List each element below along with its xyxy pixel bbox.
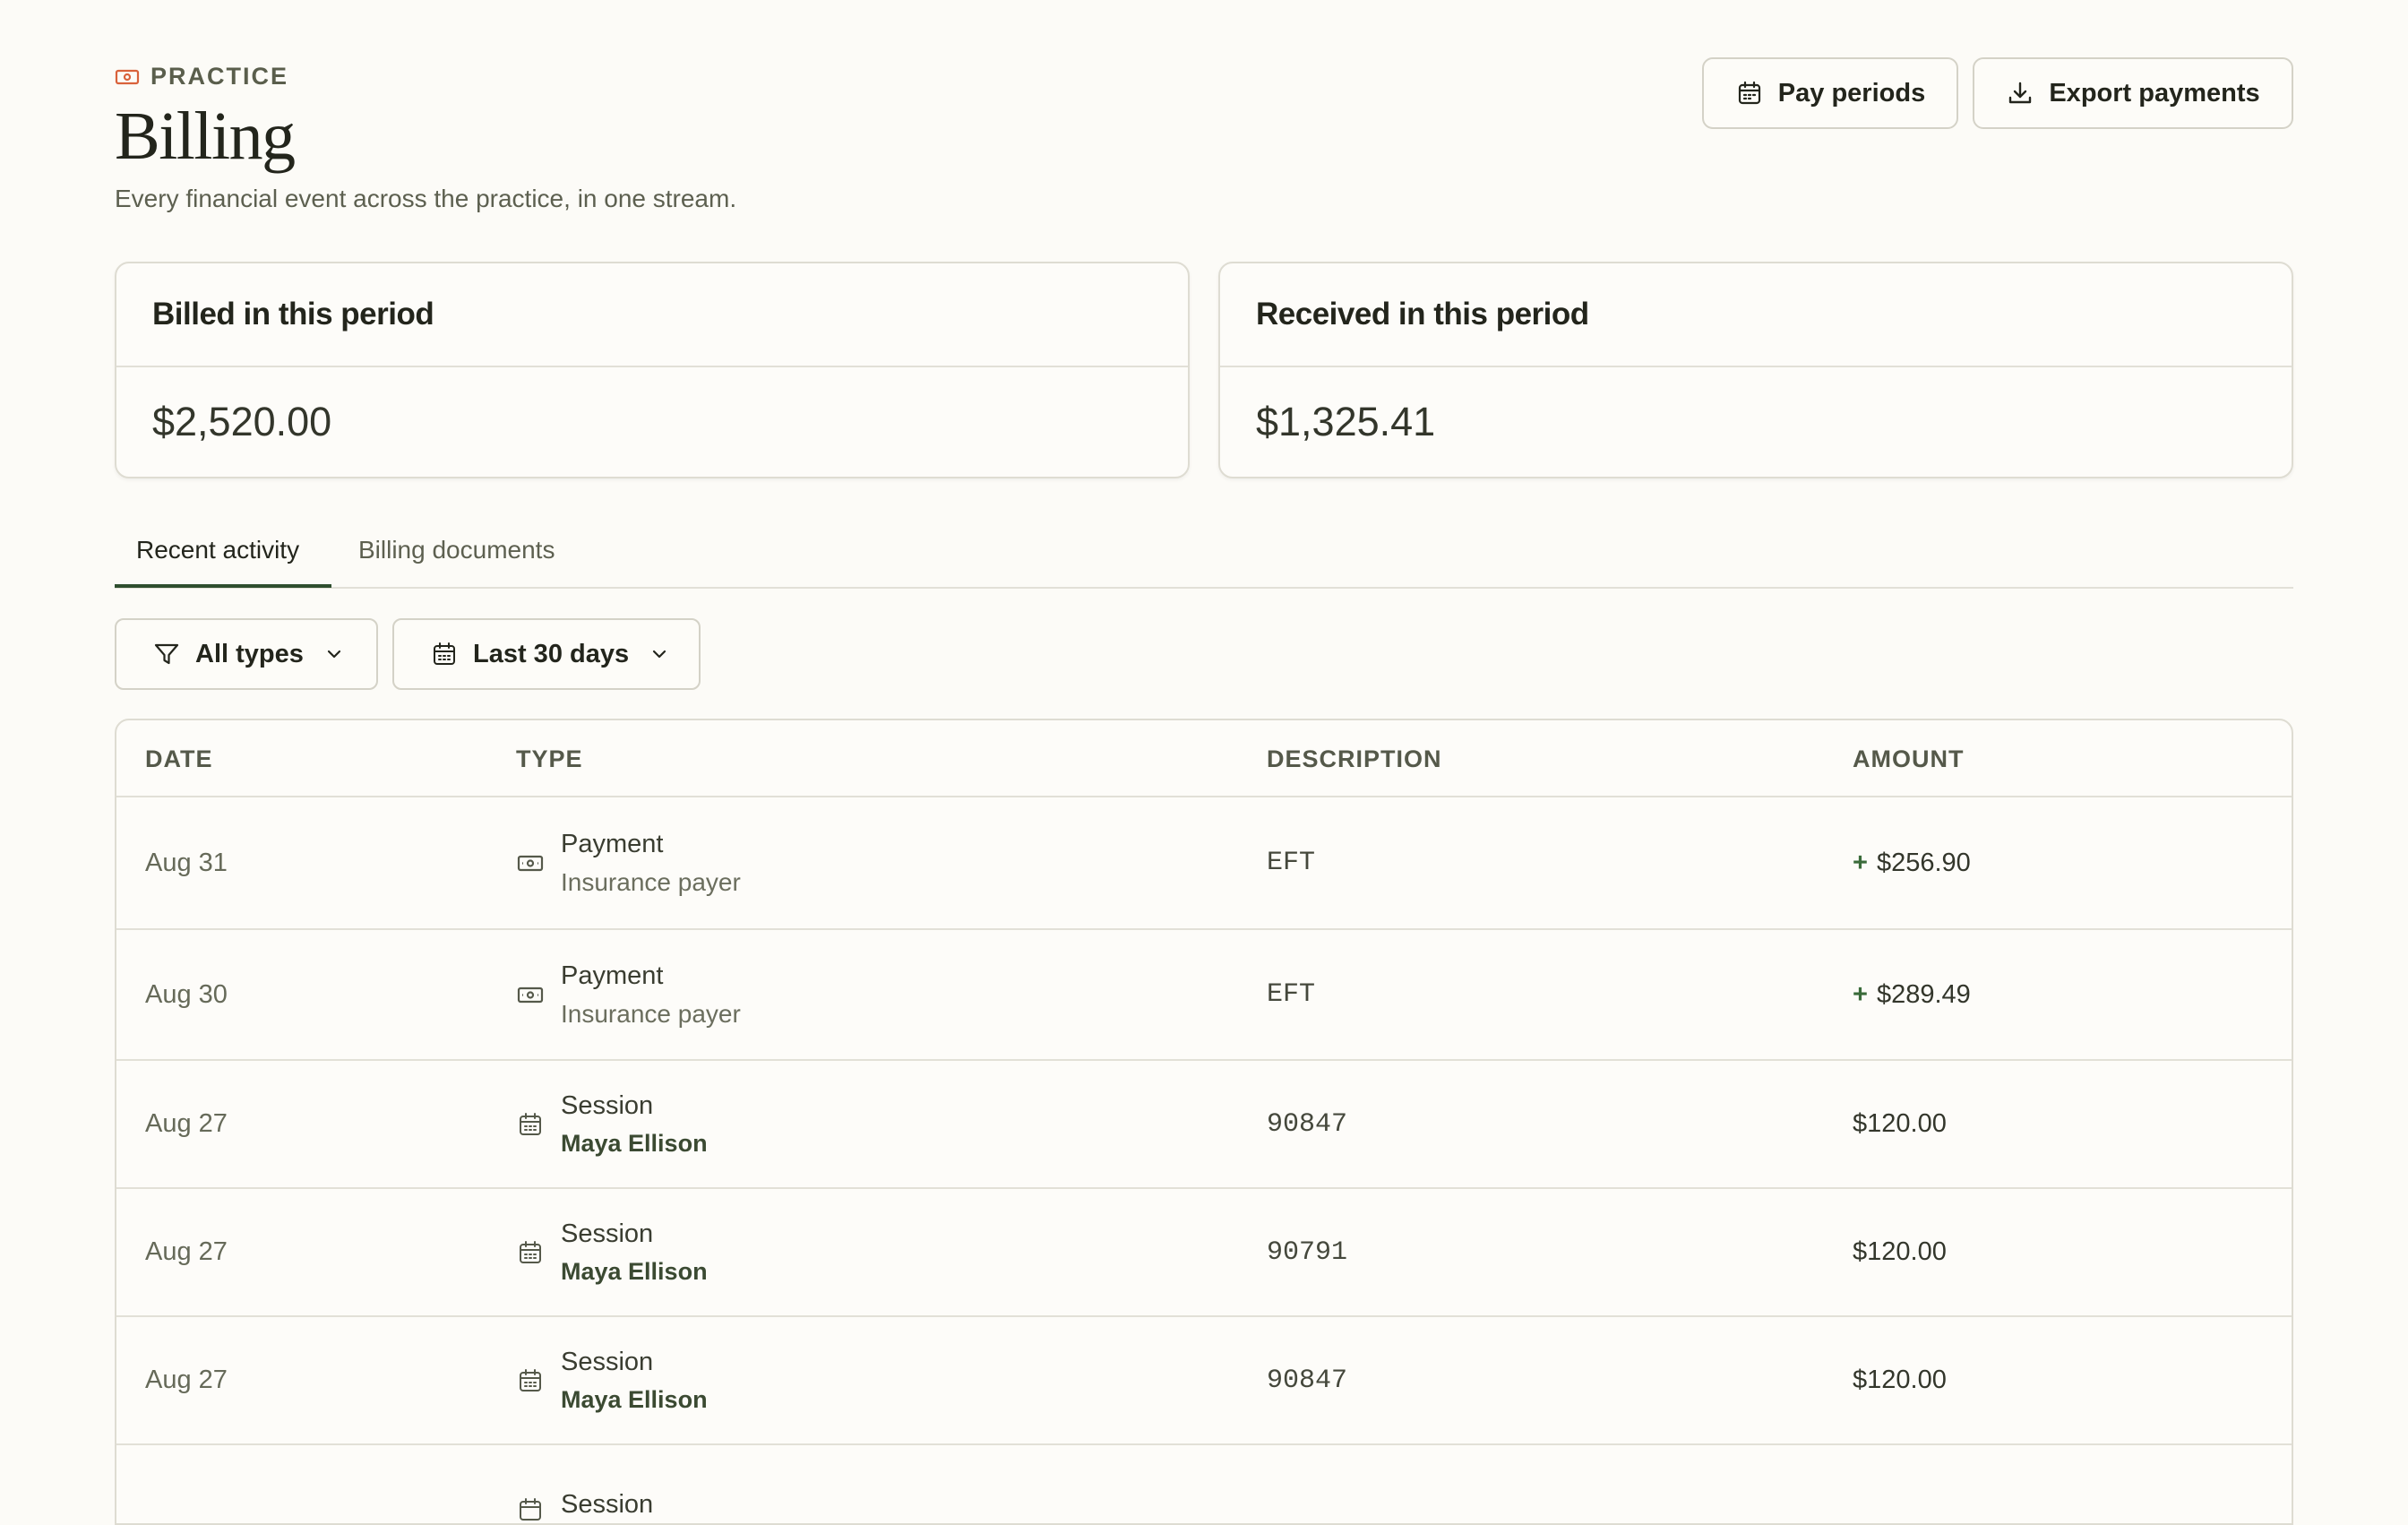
column-header-amount: AMOUNT: [1853, 745, 1965, 772]
page-title: Billing: [115, 99, 296, 174]
activity-table: DATE TYPE DESCRIPTION AMOUNT Aug 31 Paym…: [115, 719, 2293, 1525]
row-amount: $120.00: [1853, 1189, 1947, 1315]
row-type-label: Payment: [561, 961, 664, 990]
pay-periods-button[interactable]: Pay periods: [1702, 57, 1958, 129]
tab-recent-activity[interactable]: Recent activity: [136, 536, 299, 564]
eyebrow-label: PRACTICE: [150, 63, 289, 90]
calendar-icon: [520, 1368, 541, 1391]
calendar-icon: [520, 1240, 541, 1263]
table-row[interactable]: Aug 27 Session Maya Ellison 90791 $120.0…: [116, 1189, 2292, 1317]
calendar-icon: [520, 1497, 541, 1521]
chevron-down-icon: [653, 650, 666, 659]
table-row[interactable]: Aug 30 Payment Insurance payer EFT + $28…: [116, 930, 2292, 1061]
row-amount-value: $120.00: [1853, 1366, 1947, 1394]
row-date: Aug 27: [145, 1237, 228, 1266]
section-eyebrow: PRACTICE: [115, 63, 288, 90]
received-stat-card: Received in this period $1,325.41: [1218, 262, 2293, 478]
row-type: Session Maya Ellison: [516, 1061, 708, 1187]
column-header-type: TYPE: [516, 745, 583, 772]
date-range-dropdown[interactable]: Last 30 days: [392, 618, 701, 690]
row-type: Session: [516, 1445, 654, 1523]
row-amount: $120.00: [1853, 1061, 1947, 1187]
row-payer: Insurance payer: [561, 867, 741, 896]
row-type-label: Session: [561, 1490, 654, 1519]
row-description: 90847: [1267, 1365, 1348, 1396]
row-type: Session Maya Ellison: [516, 1189, 708, 1315]
row-payer: Insurance payer: [561, 999, 741, 1028]
billed-stat-value: $2,520.00: [152, 399, 332, 444]
active-tab-indicator: [115, 584, 331, 588]
tab-billing-documents[interactable]: Billing documents: [358, 536, 555, 564]
row-description: 90847: [1267, 1108, 1348, 1140]
row-type: Payment Insurance payer: [516, 930, 741, 1059]
banknote-icon: [517, 855, 544, 872]
row-amount: $120.00: [1853, 1317, 1947, 1443]
positive-sign: +: [1853, 848, 1868, 877]
banknote-icon: [115, 69, 140, 84]
row-amount-value: $120.00: [1853, 1109, 1947, 1138]
row-date: Aug 30: [145, 979, 228, 1009]
page-subtitle: Every financial event across the practic…: [115, 185, 737, 212]
row-amount-value: $256.90: [1876, 848, 1971, 877]
row-amount: + $289.49: [1853, 930, 1971, 1059]
row-client-link[interactable]: Maya Ellison: [561, 1386, 708, 1414]
table-row[interactable]: Aug 27 Session Maya Ellison 90847 $120.0…: [116, 1061, 2292, 1189]
row-date: Aug 27: [145, 1366, 228, 1394]
date-range-label: Last 30 days: [473, 639, 630, 668]
billed-stat-card: Billed in this period $2,520.00: [115, 262, 1190, 478]
type-filter-dropdown[interactable]: All types: [115, 618, 378, 690]
row-amount-value: $289.49: [1876, 979, 1971, 1009]
export-payments-button[interactable]: Export payments: [1973, 57, 2293, 129]
download-icon: [2009, 82, 2032, 104]
tabs-divider: [115, 587, 2293, 589]
received-stat-label: Received in this period: [1220, 263, 2292, 367]
table-row[interactable]: Aug 27 Session Maya Ellison 90847 $120.0…: [116, 1317, 2292, 1445]
calendar-icon: [1738, 81, 1760, 105]
chevron-down-icon: [327, 650, 340, 659]
export-payments-label: Export payments: [2049, 78, 2260, 108]
row-amount-value: $120.00: [1853, 1237, 1947, 1266]
row-type: Payment Insurance payer: [516, 797, 741, 928]
row-description: EFT: [1267, 979, 1316, 1010]
row-description: 90791: [1267, 1236, 1348, 1268]
received-stat-value: $1,325.41: [1256, 399, 1436, 444]
banknote-icon: [517, 987, 544, 1004]
calendar-icon: [520, 1112, 541, 1135]
row-description: EFT: [1267, 848, 1316, 878]
row-client-link[interactable]: Maya Ellison: [561, 1130, 708, 1158]
billed-stat-label: Billed in this period: [116, 263, 1188, 367]
row-type: Session Maya Ellison: [516, 1317, 708, 1443]
table-row[interactable]: Aug 31 Payment Insurance payer EFT + $25…: [116, 797, 2292, 930]
row-date: Aug 27: [145, 1109, 228, 1138]
billing-page: PRACTICE Billing Every financial event a…: [0, 0, 2408, 1525]
row-type-label: Payment: [561, 829, 664, 858]
row-type-label: Session: [561, 1219, 654, 1248]
type-filter-label: All types: [195, 639, 304, 668]
pay-periods-label: Pay periods: [1777, 78, 1926, 108]
table-row[interactable]: Session: [116, 1445, 2292, 1523]
row-client-link[interactable]: Maya Ellison: [561, 1258, 708, 1286]
row-amount: + $256.90: [1853, 797, 1971, 928]
table-header: DATE TYPE DESCRIPTION AMOUNT: [116, 720, 2292, 797]
column-header-date: DATE: [145, 745, 213, 772]
calendar-icon: [434, 642, 455, 665]
positive-sign: +: [1853, 979, 1868, 1009]
row-type-label: Session: [561, 1090, 654, 1120]
row-date: Aug 31: [145, 848, 228, 877]
funnel-icon: [154, 643, 179, 665]
row-type-label: Session: [561, 1347, 654, 1376]
column-header-description: DESCRIPTION: [1267, 745, 1442, 772]
